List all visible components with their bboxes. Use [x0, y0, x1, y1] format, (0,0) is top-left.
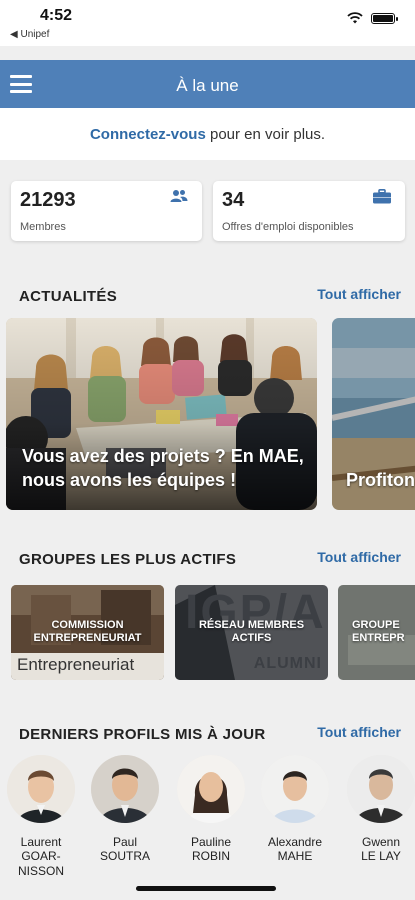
- avatar: [347, 755, 415, 823]
- status-bar: 4:52 ◀ Unipef: [0, 0, 415, 46]
- profile-item[interactable]: Laurent GOAR-NISSON: [4, 755, 78, 878]
- battery-icon: [371, 12, 398, 24]
- profile-item[interactable]: Gwenn LE LAY: [344, 755, 415, 864]
- profiles-section-header: DERNIERS PROFILS MIS À JOUR Tout affiche…: [0, 720, 415, 750]
- avatar: [261, 755, 329, 823]
- profile-last-name: MAHE: [277, 849, 313, 864]
- members-count: 21293: [20, 189, 76, 211]
- jobs-stat-card[interactable]: 34 Offres d'emploi disponibles: [213, 181, 405, 241]
- members-stat-card[interactable]: 21293 Membres: [11, 181, 202, 241]
- profile-first-name: Paul: [112, 835, 138, 849]
- login-link[interactable]: Connectez-vous: [90, 126, 206, 143]
- group-card-title: Groupe Entrepr: [352, 619, 405, 645]
- group-card[interactable]: Commission Entrepreneuriat Entrepreneuri…: [11, 585, 164, 680]
- profile-first-name: Gwenn: [361, 835, 401, 849]
- login-prompt: Connectez-vous pour en voir plus.: [0, 108, 415, 160]
- groups-section-title: GROUPES LES PLUS ACTIFS: [19, 551, 237, 568]
- users-icon: [170, 190, 188, 202]
- avatar: [7, 755, 75, 823]
- status-time: 4:52: [40, 7, 73, 24]
- news-card-title: Profiton: [346, 469, 415, 490]
- profile-first-name: Alexandre: [267, 835, 323, 849]
- profile-last-name: SOUTRA: [99, 849, 150, 864]
- profiles-section-title: DERNIERS PROFILS MIS À JOUR: [19, 726, 266, 743]
- groups-section-header: GROUPES LES PLUS ACTIFS Tout afficher: [0, 545, 415, 575]
- nav-bar: À la une: [0, 60, 415, 108]
- group-card-title: Commission Entrepreneuriat: [33, 619, 142, 645]
- page-title: À la une: [176, 76, 239, 95]
- profile-item[interactable]: Pauline ROBIN: [174, 755, 248, 864]
- wifi-icon: [347, 12, 363, 24]
- news-section-title: ACTUALITÉS: [19, 288, 117, 305]
- group-card[interactable]: IGP/AE Réseau membres actifs ALUMNI: [175, 585, 328, 680]
- profile-last-name: GOAR-NISSON: [17, 849, 64, 878]
- status-icons: [347, 12, 398, 24]
- avatar: [177, 755, 245, 823]
- home-indicator[interactable]: [136, 886, 276, 891]
- profile-item[interactable]: Paul SOUTRA: [88, 755, 162, 864]
- group-card[interactable]: Groupe Entrepr: [338, 585, 415, 680]
- jobs-label: Offres d'emploi disponibles: [222, 221, 354, 233]
- group-banner-text: ALUMNI: [253, 655, 322, 672]
- jobs-count: 34: [222, 189, 245, 211]
- profiles-see-all-link[interactable]: Tout afficher: [317, 724, 401, 740]
- avatar: [91, 755, 159, 823]
- news-card[interactable]: Vous avez des projets ? En MAE, nous avo…: [6, 318, 317, 510]
- news-see-all-link[interactable]: Tout afficher: [317, 286, 401, 302]
- group-card-title: Réseau membres actifs: [198, 619, 305, 645]
- groups-see-all-link[interactable]: Tout afficher: [317, 549, 401, 565]
- profile-first-name: Pauline: [190, 835, 232, 849]
- login-prompt-text: pour en voir plus.: [205, 126, 326, 143]
- group-banner-text: Entrepreneuriat: [17, 655, 135, 674]
- news-card[interactable]: Profiton: [332, 318, 415, 510]
- news-card-title: Vous avez des projets ? En MAE, nous avo…: [22, 446, 304, 490]
- briefcase-icon: [373, 189, 391, 204]
- profile-last-name: ROBIN: [191, 849, 230, 864]
- profile-last-name: LE LAY: [361, 849, 401, 864]
- profile-first-name: Laurent: [20, 835, 62, 849]
- profile-item[interactable]: Alexandre MAHE: [258, 755, 332, 864]
- members-label: Membres: [20, 221, 66, 233]
- news-section-header: ACTUALITÉS Tout afficher: [0, 282, 415, 312]
- back-to-app-link[interactable]: ◀ Unipef: [10, 29, 49, 40]
